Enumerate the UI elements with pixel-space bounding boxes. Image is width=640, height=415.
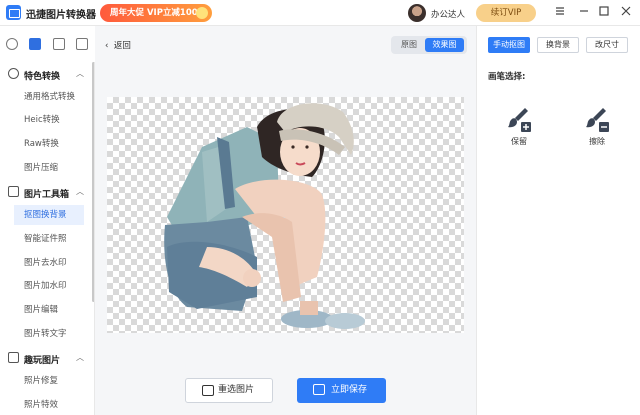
sidebar-item-edit[interactable]: 图片编辑 — [14, 300, 84, 320]
tool-panel: 手动抠图 换背景 改尺寸 画笔选择: 保留 擦除 — [476, 26, 640, 415]
collapse-icon[interactable]: ︿ — [76, 186, 84, 197]
main-canvas-area: ‹ 返回 原图 效果图 重选图片 立即保存 — [95, 26, 476, 415]
title-bar: 迅捷图片转换器 周年大促 VIP立减100元 办公达人 续订VIP — [0, 0, 640, 26]
view-toggle[interactable]: 原图 效果图 — [391, 36, 467, 54]
special-convert-icon — [8, 68, 19, 79]
sidebar-item-compress[interactable]: 图片压缩 — [14, 158, 84, 178]
maximize-icon[interactable] — [597, 5, 611, 19]
toolbox-category-icon[interactable] — [29, 38, 41, 50]
close-icon[interactable] — [619, 5, 633, 19]
convert-category-icon[interactable] — [6, 38, 18, 50]
sidebar-item-photo-effect[interactable]: 照片特效 — [14, 395, 84, 415]
sidebar-item-id-photo[interactable]: 智能证件照 — [14, 229, 84, 249]
sidebar-item-remove-watermark[interactable]: 图片去水印 — [14, 253, 84, 273]
back-button[interactable]: ‹ 返回 — [105, 39, 131, 51]
image-category-icon[interactable] — [53, 38, 65, 50]
sidebar-section-fun[interactable]: 趣玩图片 ︿ — [0, 348, 92, 368]
view-original-tab[interactable]: 原图 — [394, 38, 424, 52]
toolbox-icon — [8, 186, 19, 197]
renew-vip-button[interactable]: 续订VIP — [476, 4, 536, 22]
sidebar-item-raw[interactable]: Raw转换 — [14, 134, 84, 154]
cutout-subject-image — [164, 103, 365, 329]
keep-brush-tool[interactable]: 保留 — [499, 104, 539, 154]
erase-brush-icon — [586, 108, 609, 132]
minimize-icon[interactable] — [577, 5, 591, 19]
category-icon-bar — [0, 26, 95, 62]
user-name[interactable]: 办公达人 — [431, 8, 465, 20]
tab-change-background[interactable]: 换背景 — [537, 37, 579, 53]
layers-category-icon[interactable] — [76, 38, 88, 50]
collapse-icon[interactable]: ︿ — [76, 68, 84, 79]
reselect-image-button[interactable]: 重选图片 — [185, 378, 273, 403]
app-logo-icon — [6, 5, 21, 20]
save-icon — [313, 384, 325, 395]
erase-brush-tool[interactable]: 擦除 — [577, 104, 617, 154]
sidebar-item-heic[interactable]: Heic转换 — [14, 110, 84, 130]
tab-manual-cutout[interactable]: 手动抠图 — [488, 37, 530, 53]
sidebar-section-toolbox[interactable]: 图片工具箱 ︿ — [0, 182, 92, 202]
menu-icon[interactable] — [553, 5, 567, 19]
collapse-icon[interactable]: ︿ — [76, 352, 84, 363]
image-canvas[interactable] — [107, 97, 464, 333]
sidebar-section-special[interactable]: 特色转换 ︿ — [0, 64, 92, 84]
app-title: 迅捷图片转换器 — [26, 10, 96, 21]
sidebar-item-cutout[interactable]: 抠图换背景 — [14, 205, 84, 225]
promo-banner[interactable]: 周年大促 VIP立减100元 — [100, 4, 212, 22]
avatar[interactable] — [408, 4, 426, 22]
fun-image-icon — [8, 352, 19, 363]
sidebar-item-add-watermark[interactable]: 图片加水印 — [14, 276, 84, 296]
keep-brush-icon — [508, 108, 531, 132]
tab-resize[interactable]: 改尺寸 — [586, 37, 628, 53]
save-now-button[interactable]: 立即保存 — [297, 378, 386, 403]
sidebar: 特色转换 ︿ 通用格式转换 Heic转换 Raw转换 图片压缩 图片工具箱 ︿ … — [0, 62, 95, 415]
sidebar-item-ocr[interactable]: 图片转文字 — [14, 324, 84, 344]
sidebar-item-format-convert[interactable]: 通用格式转换 — [14, 87, 84, 107]
brush-select-title: 画笔选择: — [488, 72, 526, 82]
sidebar-item-photo-repair[interactable]: 照片修复 — [14, 371, 84, 391]
image-icon — [202, 385, 214, 396]
view-effect-tab[interactable]: 效果图 — [425, 38, 464, 52]
